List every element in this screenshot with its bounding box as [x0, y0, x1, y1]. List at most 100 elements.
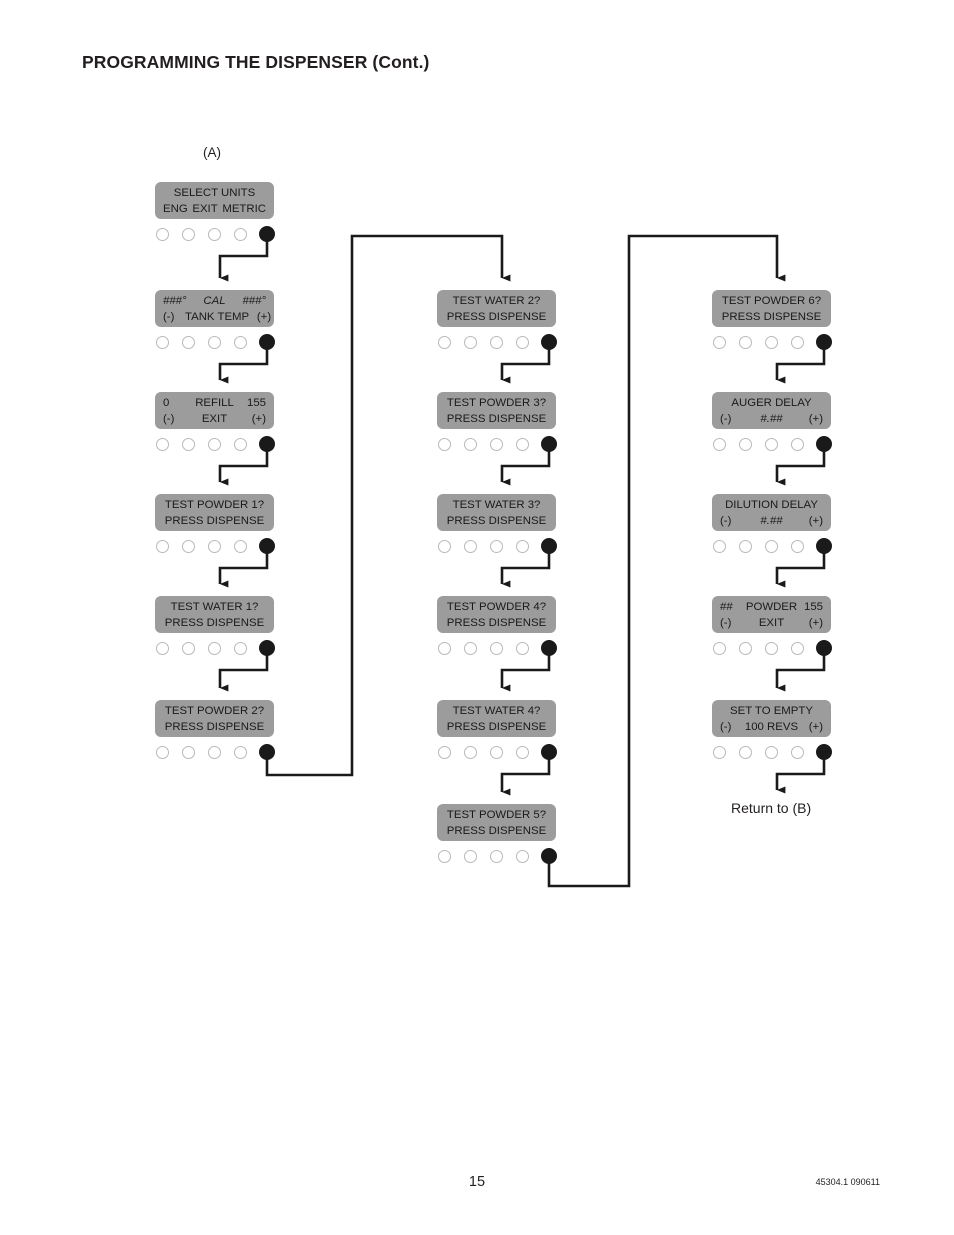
- button-1-select-units[interactable]: [156, 228, 169, 241]
- button-4-test-powder-1[interactable]: [234, 540, 247, 553]
- button-2-test-powder-3[interactable]: [464, 438, 477, 451]
- button-4-set-to-empty[interactable]: [791, 746, 804, 759]
- button-4-test-powder-4[interactable]: [516, 642, 529, 655]
- button-1-cal-tank-temp[interactable]: [156, 336, 169, 349]
- button-1-powder-exit[interactable]: [713, 642, 726, 655]
- button-3-test-water-3[interactable]: [490, 540, 503, 553]
- button-2-auger-delay[interactable]: [739, 438, 752, 451]
- button-4-refill-exit[interactable]: [234, 438, 247, 451]
- button-4-test-powder-3[interactable]: [516, 438, 529, 451]
- button-1-test-powder-1[interactable]: [156, 540, 169, 553]
- button-2-test-powder-4[interactable]: [464, 642, 477, 655]
- button-3-refill-exit[interactable]: [208, 438, 221, 451]
- button-active-powder-exit[interactable]: [816, 640, 832, 656]
- button-3-dilution-delay[interactable]: [765, 540, 778, 553]
- button-1-test-powder-5[interactable]: [438, 850, 451, 863]
- lcd-text-line: PRESS DISPENSE: [164, 721, 265, 733]
- button-3-test-powder-6[interactable]: [765, 336, 778, 349]
- button-active-refill-exit[interactable]: [259, 436, 275, 452]
- button-1-test-water-1[interactable]: [156, 642, 169, 655]
- button-4-select-units[interactable]: [234, 228, 247, 241]
- button-4-test-powder-2[interactable]: [234, 746, 247, 759]
- button-2-set-to-empty[interactable]: [739, 746, 752, 759]
- button-4-dilution-delay[interactable]: [791, 540, 804, 553]
- lcd-node-test-powder-6: TEST POWDER 6? PRESS DISPENSE: [712, 290, 832, 352]
- button-2-test-powder-1[interactable]: [182, 540, 195, 553]
- button-2-test-powder-5[interactable]: [464, 850, 477, 863]
- button-2-dilution-delay[interactable]: [739, 540, 752, 553]
- button-4-test-powder-6[interactable]: [791, 336, 804, 349]
- button-3-test-water-4[interactable]: [490, 746, 503, 759]
- button-4-test-water-4[interactable]: [516, 746, 529, 759]
- button-1-dilution-delay[interactable]: [713, 540, 726, 553]
- lcd-cell-m: EXIT: [758, 617, 785, 629]
- button-active-test-water-2[interactable]: [541, 334, 557, 350]
- button-4-test-water-2[interactable]: [516, 336, 529, 349]
- button-3-test-powder-3[interactable]: [490, 438, 503, 451]
- lcd-text-line: (-) TANK TEMP (+): [160, 309, 271, 325]
- button-active-test-powder-1[interactable]: [259, 538, 275, 554]
- button-active-select-units[interactable]: [259, 226, 275, 242]
- button-3-test-powder-1[interactable]: [208, 540, 221, 553]
- button-1-test-water-4[interactable]: [438, 746, 451, 759]
- button-1-test-water-2[interactable]: [438, 336, 451, 349]
- button-active-test-water-1[interactable]: [259, 640, 275, 656]
- button-active-test-powder-6[interactable]: [816, 334, 832, 350]
- button-4-powder-exit[interactable]: [791, 642, 804, 655]
- button-active-cal-tank-temp[interactable]: [259, 334, 275, 350]
- button-2-select-units[interactable]: [182, 228, 195, 241]
- lcd-node-test-water-1: TEST WATER 1? PRESS DISPENSE: [155, 596, 275, 658]
- button-4-cal-tank-temp[interactable]: [234, 336, 247, 349]
- button-3-cal-tank-temp[interactable]: [208, 336, 221, 349]
- button-2-refill-exit[interactable]: [182, 438, 195, 451]
- button-active-test-powder-2[interactable]: [259, 744, 275, 760]
- button-2-test-powder-6[interactable]: [739, 336, 752, 349]
- button-1-test-water-3[interactable]: [438, 540, 451, 553]
- lcd-cell-l: (-): [163, 413, 175, 425]
- button-1-auger-delay[interactable]: [713, 438, 726, 451]
- button-4-test-water-3[interactable]: [516, 540, 529, 553]
- button-2-test-water-4[interactable]: [464, 746, 477, 759]
- lcd-cell-m: 100 REVS: [744, 721, 799, 733]
- lcd-screen-refill-exit: 0 REFILL 155 (-) EXIT (+): [155, 392, 274, 429]
- button-active-test-water-4[interactable]: [541, 744, 557, 760]
- button-active-auger-delay[interactable]: [816, 436, 832, 452]
- lcd-screen-auger-delay: AUGER DELAY (-) #.## (+): [712, 392, 831, 429]
- button-2-test-water-2[interactable]: [464, 336, 477, 349]
- button-3-test-powder-4[interactable]: [490, 642, 503, 655]
- button-2-test-water-3[interactable]: [464, 540, 477, 553]
- button-3-powder-exit[interactable]: [765, 642, 778, 655]
- button-2-test-water-1[interactable]: [182, 642, 195, 655]
- button-3-select-units[interactable]: [208, 228, 221, 241]
- button-active-test-water-3[interactable]: [541, 538, 557, 554]
- lcd-text-line: PRESS DISPENSE: [721, 311, 822, 323]
- button-1-test-powder-4[interactable]: [438, 642, 451, 655]
- button-active-set-to-empty[interactable]: [816, 744, 832, 760]
- button-4-test-powder-5[interactable]: [516, 850, 529, 863]
- button-3-test-powder-2[interactable]: [208, 746, 221, 759]
- lcd-screen-test-powder-2: TEST POWDER 2? PRESS DISPENSE: [155, 700, 274, 737]
- button-1-test-powder-2[interactable]: [156, 746, 169, 759]
- lcd-cell-r: (+): [808, 617, 823, 629]
- button-3-test-water-1[interactable]: [208, 642, 221, 655]
- lcd-screen-test-powder-6: TEST POWDER 6? PRESS DISPENSE: [712, 290, 831, 327]
- button-2-test-powder-2[interactable]: [182, 746, 195, 759]
- button-4-auger-delay[interactable]: [791, 438, 804, 451]
- button-active-dilution-delay[interactable]: [816, 538, 832, 554]
- button-3-auger-delay[interactable]: [765, 438, 778, 451]
- button-1-refill-exit[interactable]: [156, 438, 169, 451]
- button-1-test-powder-3[interactable]: [438, 438, 451, 451]
- lcd-cell-m: REFILL: [195, 397, 234, 409]
- button-3-test-water-2[interactable]: [490, 336, 503, 349]
- button-active-test-powder-3[interactable]: [541, 436, 557, 452]
- button-active-test-powder-5[interactable]: [541, 848, 557, 864]
- button-active-test-powder-4[interactable]: [541, 640, 557, 656]
- button-3-test-powder-5[interactable]: [490, 850, 503, 863]
- lcd-cell-l: (-): [720, 413, 732, 425]
- button-3-set-to-empty[interactable]: [765, 746, 778, 759]
- button-2-cal-tank-temp[interactable]: [182, 336, 195, 349]
- button-4-test-water-1[interactable]: [234, 642, 247, 655]
- button-1-test-powder-6[interactable]: [713, 336, 726, 349]
- button-2-powder-exit[interactable]: [739, 642, 752, 655]
- button-1-set-to-empty[interactable]: [713, 746, 726, 759]
